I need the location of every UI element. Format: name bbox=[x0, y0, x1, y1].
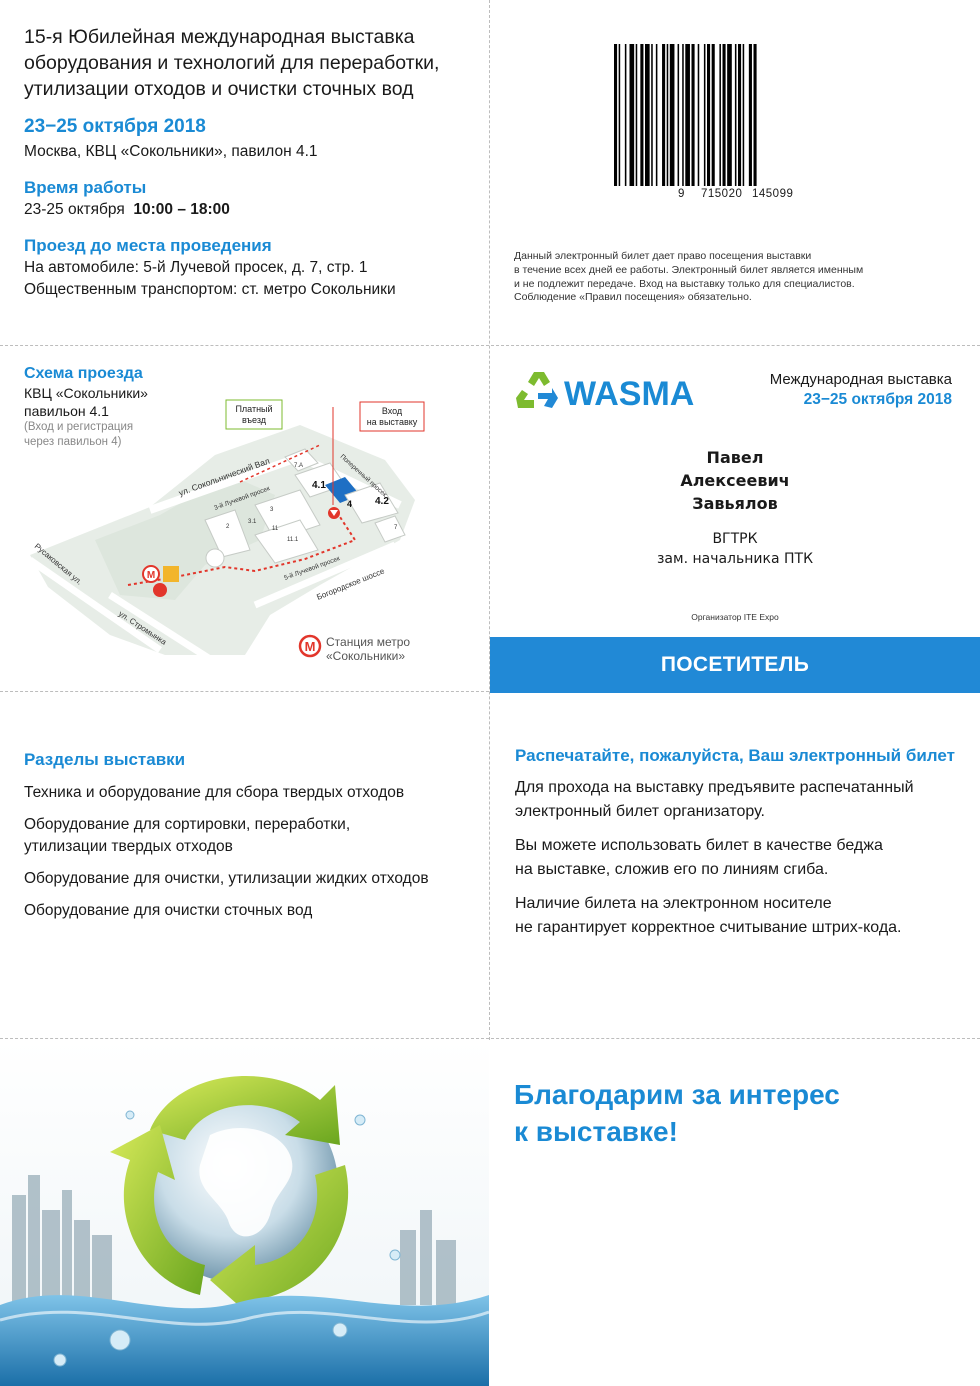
barcode-bar bbox=[614, 44, 618, 186]
section-item: Оборудование для сортировки, переработки… bbox=[24, 816, 351, 855]
visitor-company: ВГТРК bbox=[712, 531, 758, 547]
thanks-message: Благодарим за интерес к выставке! bbox=[514, 1079, 840, 1147]
visitor-position: зам. начальника ПТК bbox=[656, 551, 814, 567]
label-building-4: 4 bbox=[347, 499, 352, 509]
pedestrian-icon bbox=[153, 583, 167, 597]
barcode-bar bbox=[640, 44, 644, 186]
barcode-bar bbox=[727, 44, 732, 186]
event-venue: Москва, КВЦ «Сокольники», павилон 4.1 bbox=[24, 143, 318, 160]
map-venue-line1: КВЦ «Сокольники» bbox=[24, 385, 148, 401]
barcode-bar bbox=[677, 44, 680, 186]
map-note-line1: (Вход и регистрация bbox=[24, 421, 134, 433]
print-paragraph: Для прохода на выставку предъявите распе… bbox=[515, 779, 914, 820]
travel-heading: Проезд до места проведения bbox=[24, 236, 272, 255]
label-building-4-1: 4.1 bbox=[312, 480, 326, 491]
exhibition-label: Международная выставка bbox=[769, 371, 952, 388]
entrance-line2: на выставку bbox=[367, 417, 418, 427]
event-title: 15-я Юбилейная международная выставка об… bbox=[24, 26, 440, 100]
map-venue-line2: павильон 4.1 bbox=[24, 403, 109, 419]
section-item: Оборудование для очистки, утилизации жид… bbox=[24, 870, 429, 887]
barcode-bar bbox=[685, 44, 690, 186]
barcode-bar bbox=[722, 44, 726, 186]
print-instructions: Распечатайте, пожалуйста, Ваш электронны… bbox=[515, 746, 955, 950]
print-paragraph: Наличие билета на электронном носителе н… bbox=[515, 895, 902, 936]
print-heading: Распечатайте, пожалуйста, Ваш электронны… bbox=[515, 746, 955, 765]
exhibition-sections: Разделы выставки Техника и оборудование … bbox=[24, 750, 464, 932]
water-wave bbox=[0, 1295, 489, 1386]
barcode-bar bbox=[629, 44, 635, 186]
barcode-bar bbox=[711, 44, 715, 186]
barcode-bar bbox=[666, 44, 669, 186]
paid-entry-line1: Платный bbox=[235, 404, 272, 414]
map-caption: Схема проезда КВЦ «Сокольники» павильон … bbox=[24, 364, 224, 449]
label-building-4-2: 4.2 bbox=[375, 496, 389, 507]
print-paragraph: Вы можете использовать билет в качестве … bbox=[515, 837, 883, 878]
badge-header: Международная выставка 23−25 октября 201… bbox=[770, 370, 952, 410]
barcode-bar bbox=[651, 44, 653, 186]
map-heading: Схема проезда bbox=[24, 365, 143, 382]
barcode-bar bbox=[682, 44, 684, 186]
construction-icon bbox=[163, 566, 179, 582]
svg-text:M: M bbox=[147, 570, 155, 581]
recycling-globe-illustration bbox=[0, 1040, 489, 1386]
hours-heading: Время работы bbox=[24, 178, 147, 197]
barcode-bar bbox=[748, 44, 752, 186]
event-dates: 23−25 октября 2018 bbox=[24, 116, 206, 137]
label-building-11: 11 bbox=[272, 526, 279, 532]
ticket-notice: Данный электронный билет дает право посе… bbox=[514, 250, 864, 304]
barcode-bar bbox=[742, 44, 745, 186]
barcode-bar bbox=[655, 44, 658, 186]
barcode-bar bbox=[697, 44, 700, 186]
visitor-last-name: Завьялов bbox=[692, 494, 778, 513]
metro-station-line1: Станция метро bbox=[326, 635, 410, 649]
barcode-bar bbox=[734, 44, 737, 186]
visitor-patronymic: Алексеевич bbox=[680, 471, 790, 490]
barcode-bar bbox=[662, 44, 666, 186]
label-building-7a: 7.А bbox=[294, 463, 303, 469]
barcode-bar bbox=[719, 44, 721, 186]
visitor-details: Павел Алексеевич Завьялов ВГТРК зам. нач… bbox=[490, 446, 980, 569]
sections-heading: Разделы выставки bbox=[24, 750, 186, 769]
wasma-logo-text: WASMA bbox=[564, 375, 694, 413]
section-item: Оборудование для очистки сточных вод bbox=[24, 902, 313, 919]
barcode-bar bbox=[703, 44, 706, 186]
ticket-barcode bbox=[614, 44, 757, 186]
recycle-icon bbox=[516, 372, 558, 408]
label-building-3-1: 3.1 bbox=[248, 519, 257, 525]
event-info-panel: 15-я Юбилейная международная выставка об… bbox=[24, 24, 474, 301]
barcode-bar bbox=[624, 44, 627, 186]
label-building-11-1: 11.1 bbox=[287, 537, 299, 543]
barcode-bar bbox=[738, 44, 742, 186]
barcode-bar bbox=[753, 44, 757, 186]
barcode-bar bbox=[669, 44, 675, 186]
travel-by-car: На автомобиле: 5-й Лучевой просек, д. 7,… bbox=[24, 259, 368, 276]
visitor-first-name: Павел bbox=[706, 448, 764, 467]
barcode-bar bbox=[618, 44, 621, 186]
paid-entry-line2: въезд bbox=[242, 415, 267, 425]
barcode-bar bbox=[635, 44, 638, 186]
horizontal-fold-line-3 bbox=[0, 1038, 980, 1039]
barcode-bar bbox=[691, 44, 695, 186]
building-round bbox=[205, 548, 225, 568]
barcode-bar bbox=[645, 44, 650, 186]
map-note-line2: через павильон 4) bbox=[24, 435, 122, 448]
organizer-label: Организатор ITE Expo bbox=[691, 612, 779, 622]
svg-text:M: M bbox=[305, 639, 316, 654]
metro-station-line2: «Сокольники» bbox=[326, 649, 405, 663]
visitor-role-bar: ПОСЕТИТЕЛЬ bbox=[490, 637, 980, 693]
section-item: Техника и оборудование для сбора твердых… bbox=[24, 784, 405, 801]
entrance-line1: Вход bbox=[382, 406, 403, 416]
badge-dates: 23−25 октября 2018 bbox=[803, 391, 952, 408]
travel-by-transit: Общественным транспортом: ст. метро Соко… bbox=[24, 281, 396, 298]
wasma-logo: WASMA bbox=[516, 372, 694, 413]
barcode-bar bbox=[707, 44, 711, 186]
hours-line: 23-25 октября 10:00 – 18:00 bbox=[24, 201, 230, 218]
